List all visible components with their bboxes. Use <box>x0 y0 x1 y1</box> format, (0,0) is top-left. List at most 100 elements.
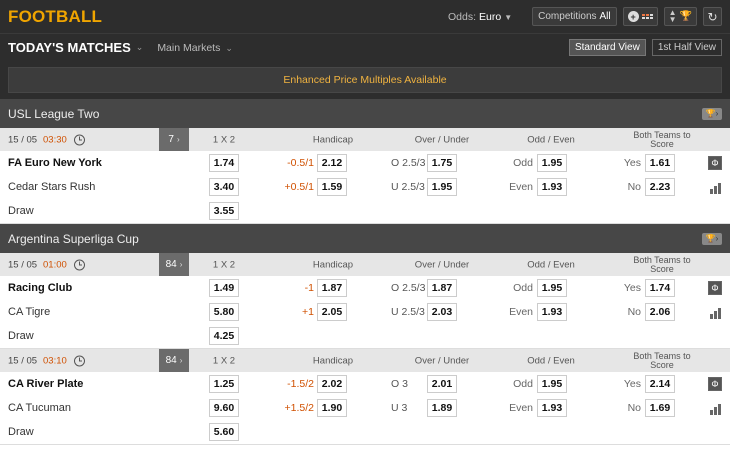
sub-bar: TODAY'S MATCHES ⌄ Main Markets ⌄ Standard… <box>0 33 730 61</box>
odds-handicap[interactable]: 1.59 <box>317 178 347 196</box>
odds-over-under[interactable]: 2.03 <box>427 303 457 321</box>
odds-away-win[interactable]: 5.80 <box>209 303 239 321</box>
odds-away-win[interactable]: 9.60 <box>209 399 239 417</box>
pitch-icon[interactable]: Φ <box>708 156 722 170</box>
competitions-label: Competitions <box>538 11 597 22</box>
odd-even-label: Even <box>509 306 533 318</box>
odds-btts[interactable]: 2.06 <box>645 303 675 321</box>
away-team[interactable]: CA Tigre <box>8 306 50 318</box>
trophy-icon: 🏆 <box>679 11 692 22</box>
odds-over-under[interactable]: 1.95 <box>427 178 457 196</box>
first-half-view-button[interactable]: 1st Half View <box>651 39 722 56</box>
btts-label: No <box>627 306 641 318</box>
enhanced-price-banner[interactable]: Enhanced Price Multiples Available <box>8 67 722 93</box>
home-team[interactable]: CA River Plate <box>8 378 83 390</box>
home-team[interactable]: FA Euro New York <box>8 157 102 169</box>
odds-btts[interactable]: 1.61 <box>645 154 675 172</box>
match-date: 15 / 05 <box>8 355 38 366</box>
odds-home-win[interactable]: 1.25 <box>209 375 239 393</box>
odds-btts[interactable]: 1.74 <box>645 279 675 297</box>
odds-over-under[interactable]: 2.01 <box>427 375 457 393</box>
odds-odd-even[interactable]: 1.93 <box>537 399 567 417</box>
odds-odd-even[interactable]: 1.93 <box>537 178 567 196</box>
draw-row: Draw 3.55 <box>0 199 730 223</box>
match-time: 03:30 <box>43 134 67 145</box>
odds-draw[interactable]: 3.55 <box>209 202 239 220</box>
btts-label: Yes <box>623 378 641 390</box>
odds-away-win[interactable]: 3.40 <box>209 178 239 196</box>
column-header-odd-even: Odd / Even <box>527 258 575 270</box>
odds-odd-even[interactable]: 1.93 <box>537 303 567 321</box>
away-team[interactable]: CA Tucuman <box>8 402 71 414</box>
chevron-right-icon: › <box>179 260 183 269</box>
more-markets-button[interactable]: 84 › <box>159 349 189 372</box>
btts-label: No <box>627 181 641 193</box>
main-markets-label: Main Markets <box>157 41 221 54</box>
home-team[interactable]: Racing Club <box>8 282 72 294</box>
stats-bars-icon[interactable] <box>708 305 722 319</box>
stats-bars-icon[interactable] <box>708 180 722 194</box>
more-markets-button[interactable]: 7 › <box>159 128 189 151</box>
column-header-odd-even: Odd / Even <box>527 354 575 366</box>
column-header-1x2: 1 X 2 <box>212 133 236 145</box>
home-row: FA Euro New York 1.74 -0.5/1 2.12 O 2.5/… <box>0 151 730 175</box>
chevron-right-icon: › <box>179 356 183 365</box>
refresh-button[interactable]: ↻ <box>703 7 722 26</box>
pitch-icon[interactable]: Φ <box>708 377 722 391</box>
column-header-over-under: Over / Under <box>414 258 470 270</box>
trophy-icon[interactable]: 🏆› <box>702 107 722 120</box>
column-header-1x2: 1 X 2 <box>212 258 236 270</box>
odds-over-under[interactable]: 1.75 <box>427 154 457 172</box>
odds-btts[interactable]: 2.14 <box>645 375 675 393</box>
match-block: 15 / 05 03:10 84 › 1 X 2 Handicap Over / … <box>0 349 730 445</box>
banner-wrap: Enhanced Price Multiples Available <box>0 61 730 99</box>
league-header[interactable]: Argentina Superliga Cup 🏆› <box>0 224 730 253</box>
odds-draw[interactable]: 5.60 <box>209 423 239 441</box>
page-title: TODAY'S MATCHES <box>8 40 131 55</box>
sort-trophy-button[interactable]: ▲ ▼ 🏆 <box>663 7 697 26</box>
chevron-down-icon[interactable]: ⌄ <box>136 42 144 53</box>
main-markets-dropdown[interactable]: Main Markets ⌄ <box>157 42 233 54</box>
odds-odd-even[interactable]: 1.95 <box>537 154 567 172</box>
sport-title: FOOTBALL <box>8 6 103 26</box>
odds-handicap[interactable]: 1.87 <box>317 279 347 297</box>
odds-odd-even[interactable]: 1.95 <box>537 375 567 393</box>
add-live-button[interactable]: + <box>622 7 658 26</box>
btts-label: Yes <box>623 282 641 294</box>
btts-line2: Score <box>650 263 674 274</box>
odds-handicap[interactable]: 1.90 <box>317 399 347 417</box>
odds-home-win[interactable]: 1.49 <box>209 279 239 297</box>
odds-value: Euro <box>479 10 502 23</box>
column-header-handicap: Handicap <box>312 258 354 270</box>
view-toggle: Standard View 1st Half View <box>568 39 722 56</box>
odds-btts[interactable]: 1.69 <box>645 399 675 417</box>
odds-label: Odds: <box>448 10 477 23</box>
draw-label: Draw <box>8 330 34 342</box>
odds-handicap[interactable]: 2.02 <box>317 375 347 393</box>
odds-handicap[interactable]: 2.05 <box>317 303 347 321</box>
odds-handicap[interactable]: 2.12 <box>317 154 347 172</box>
match-block: 15 / 05 03:30 7 › 1 X 2 Handicap Over / U… <box>0 128 730 224</box>
standard-view-button[interactable]: Standard View <box>568 39 646 56</box>
competitions-button[interactable]: Competitions All <box>532 7 617 26</box>
column-header-btts: Both Teams to Score <box>627 255 697 274</box>
more-markets-button[interactable]: 84 › <box>159 253 189 276</box>
pitch-icon[interactable]: Φ <box>708 281 722 295</box>
odds-over-under[interactable]: 1.87 <box>427 279 457 297</box>
live-grid-icon <box>641 14 653 19</box>
column-header-over-under: Over / Under <box>414 354 470 366</box>
odds-odd-even[interactable]: 1.95 <box>537 279 567 297</box>
column-header-btts: Both Teams to Score <box>627 130 697 149</box>
trophy-icon[interactable]: 🏆› <box>702 232 722 245</box>
league-header[interactable]: USL League Two 🏆› <box>0 99 730 128</box>
btts-line2: Score <box>650 359 674 370</box>
odds-home-win[interactable]: 1.74 <box>209 154 239 172</box>
odds-btts[interactable]: 2.23 <box>645 178 675 196</box>
markets-count: 84 <box>165 355 177 366</box>
column-header-odd-even: Odd / Even <box>527 133 575 145</box>
stats-bars-icon[interactable] <box>708 401 722 415</box>
away-team[interactable]: Cedar Stars Rush <box>8 181 95 193</box>
odds-draw[interactable]: 4.25 <box>209 327 239 345</box>
odds-format-selector[interactable]: Odds: Euro ▼ <box>448 11 522 23</box>
odds-over-under[interactable]: 1.89 <box>427 399 457 417</box>
